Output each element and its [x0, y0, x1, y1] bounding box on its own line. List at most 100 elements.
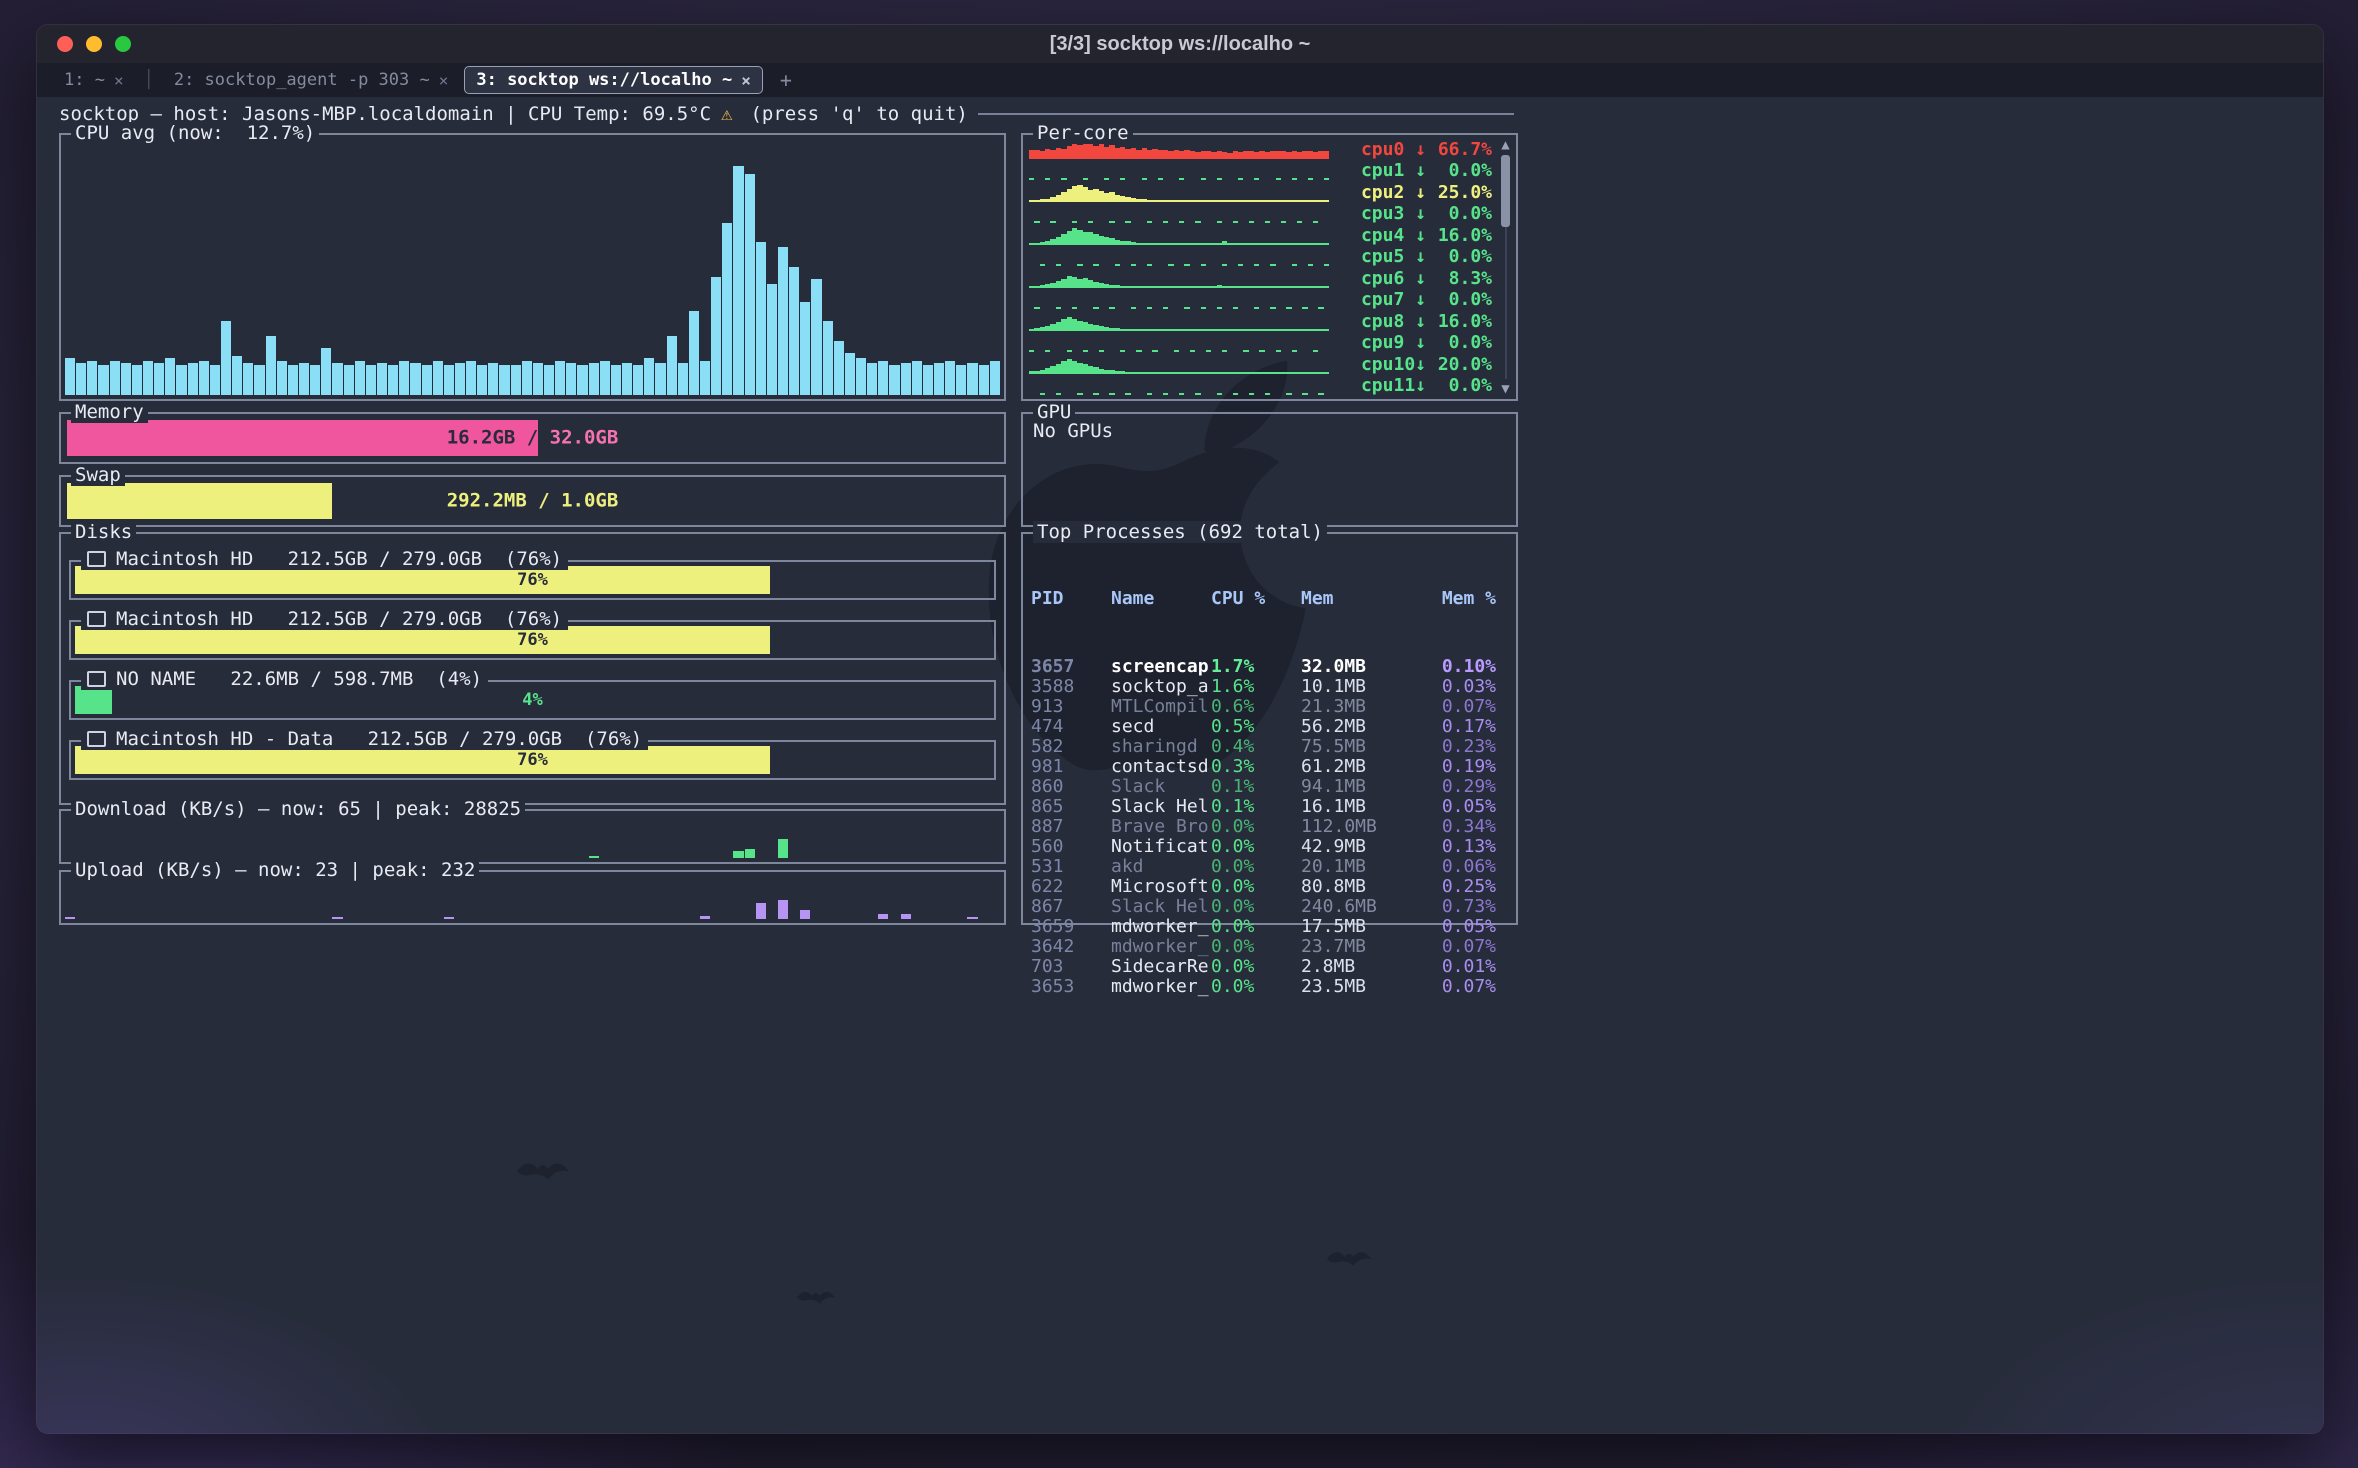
process-mempct: 0.13% [1436, 837, 1508, 857]
minimize-window-button[interactable] [86, 36, 102, 52]
upload-title: Upload (KB/s) — now: 23 | peak: 232 [71, 859, 479, 881]
top-processes-title: Top Processes (692 total) [1033, 521, 1327, 543]
terminal-window: [3/3] socktop ws://localho ~ 1: ~×│2: so… [36, 24, 2324, 1434]
chart-bar [1254, 264, 1259, 266]
process-mem: 61.2MB [1301, 757, 1436, 777]
tab-3[interactable]: 3: socktop ws://localho ~× [465, 67, 762, 93]
tab-close-icon[interactable]: × [114, 71, 124, 90]
process-row[interactable]: 3653mdworker_0.0%23.5MB0.07% [1031, 977, 1508, 997]
zoom-window-button[interactable] [115, 36, 131, 52]
chart-bar [622, 363, 632, 395]
chart-bar [600, 361, 610, 395]
process-row[interactable]: 560Notificat0.0%42.9MB0.13% [1031, 837, 1508, 857]
core-sparkline [1029, 204, 1329, 223]
core-usage-value: 0.0% [1426, 203, 1492, 224]
chart-bar [722, 223, 732, 395]
process-mempct: 0.05% [1436, 797, 1508, 817]
process-row[interactable]: 865Slack Hel0.1%16.1MB0.05% [1031, 797, 1508, 817]
chart-bar [1238, 264, 1243, 266]
process-row[interactable]: 3588socktop_a1.6%10.1MB0.03% [1031, 677, 1508, 697]
process-mem: 75.5MB [1301, 737, 1436, 757]
gpu-panel: GPU No GPUs [1021, 412, 1518, 527]
chart-bar [488, 363, 498, 395]
process-row[interactable]: 3642mdworker_0.0%23.7MB0.07% [1031, 937, 1508, 957]
scroll-down-icon[interactable]: ▼ [1497, 381, 1514, 397]
percore-row: cpu11↓0.0% [1029, 376, 1492, 395]
process-name: screencap [1111, 657, 1211, 677]
process-pid: 865 [1031, 797, 1111, 817]
process-row[interactable]: 913MTLCompil0.6%21.3MB0.07% [1031, 697, 1508, 717]
chart-bar [511, 365, 521, 395]
process-pid: 474 [1031, 717, 1111, 737]
chart-bar [188, 363, 198, 395]
core-name: cpu3 ↓ [1361, 203, 1426, 224]
chart-bar [466, 361, 476, 395]
download-chart [65, 823, 1000, 858]
process-mem: 2.8MB [1301, 957, 1436, 977]
chart-bar [979, 365, 989, 395]
chart-bar [878, 361, 888, 395]
chart-bar [1254, 307, 1259, 309]
process-name: Notificat [1111, 837, 1211, 857]
percore-row: cpu4 ↓16.0% [1029, 226, 1492, 245]
disk-usage-percent: 76% [71, 570, 994, 590]
scrollbar-thumb[interactable] [1501, 155, 1510, 227]
process-row[interactable]: 860Slack0.1%94.1MB0.29% [1031, 777, 1508, 797]
percore-scrollbar[interactable]: ▲▼ [1497, 137, 1514, 397]
process-pid: 3653 [1031, 977, 1111, 997]
process-row[interactable]: 3657screencap1.7%32.0MB0.10% [1031, 657, 1508, 677]
process-cpu: 0.0% [1211, 897, 1301, 917]
process-pid: 531 [1031, 857, 1111, 877]
chart-bar [444, 917, 454, 919]
chart-bar [945, 361, 955, 395]
process-row[interactable]: 981contactsd0.3%61.2MB0.19% [1031, 757, 1508, 777]
process-mem: 32.0MB [1301, 657, 1436, 677]
chart-bar [566, 363, 576, 395]
process-cpu: 0.0% [1211, 877, 1301, 897]
chart-bar [778, 839, 788, 858]
chart-bar [1158, 178, 1163, 180]
chart-bar [1243, 350, 1248, 352]
new-tab-button[interactable]: + [780, 68, 792, 92]
tab-close-icon[interactable]: × [439, 71, 449, 90]
disk-label: NO NAME 22.6MB / 598.7MB (4%) [81, 668, 488, 690]
scroll-up-icon[interactable]: ▲ [1497, 137, 1514, 153]
tab-close-icon[interactable]: × [741, 71, 751, 90]
process-pid: 582 [1031, 737, 1111, 757]
window-titlebar[interactable]: [3/3] socktop ws://localho ~ [37, 25, 2323, 63]
core-sparkline [1029, 226, 1329, 245]
chart-bar [956, 365, 966, 395]
process-row[interactable]: 474secd0.5%56.2MB0.17% [1031, 717, 1508, 737]
process-row[interactable]: 3659mdworker_0.0%17.5MB0.05% [1031, 917, 1508, 937]
tab-1[interactable]: 1: ~× [53, 67, 135, 93]
process-mempct: 0.10% [1436, 657, 1508, 677]
process-row[interactable]: 867Slack Hel0.0%240.6MB0.73% [1031, 897, 1508, 917]
process-row[interactable]: 622Microsoft0.0%80.8MB0.25% [1031, 877, 1508, 897]
chart-bar [132, 365, 142, 395]
process-name: Slack Hel [1111, 797, 1211, 817]
process-mempct: 0.25% [1436, 877, 1508, 897]
chart-bar [1195, 221, 1200, 223]
process-pid: 3588 [1031, 677, 1111, 697]
process-row[interactable]: 582sharingd0.4%75.5MB0.23% [1031, 737, 1508, 757]
bat-silhouette [797, 1287, 835, 1305]
chart-bar [1083, 178, 1088, 180]
chart-bar [1217, 221, 1222, 223]
process-mempct: 0.07% [1436, 937, 1508, 957]
chart-bar [1056, 307, 1061, 309]
process-pid: 3642 [1031, 937, 1111, 957]
core-usage-value: 0.0% [1426, 332, 1492, 353]
process-cpu: 0.1% [1211, 777, 1301, 797]
process-row[interactable]: 703SidecarRe0.0%2.8MB0.01% [1031, 957, 1508, 977]
tab-2[interactable]: 2: socktop_agent -p 303 ~× [163, 67, 460, 93]
chart-bar [1179, 178, 1184, 180]
core-usage-value: 16.0% [1426, 225, 1492, 246]
process-mem: 23.5MB [1301, 977, 1436, 997]
process-row[interactable]: 531akd0.0%20.1MB0.06% [1031, 857, 1508, 877]
process-row[interactable]: 887Brave Bro0.0%112.0MB0.34% [1031, 817, 1508, 837]
chart-bar [1174, 350, 1179, 352]
core-label: cpu1 ↓0.0% [1329, 161, 1492, 180]
close-window-button[interactable] [57, 36, 73, 52]
bat-silhouette [1327, 1247, 1371, 1267]
chart-bar [1045, 178, 1050, 180]
